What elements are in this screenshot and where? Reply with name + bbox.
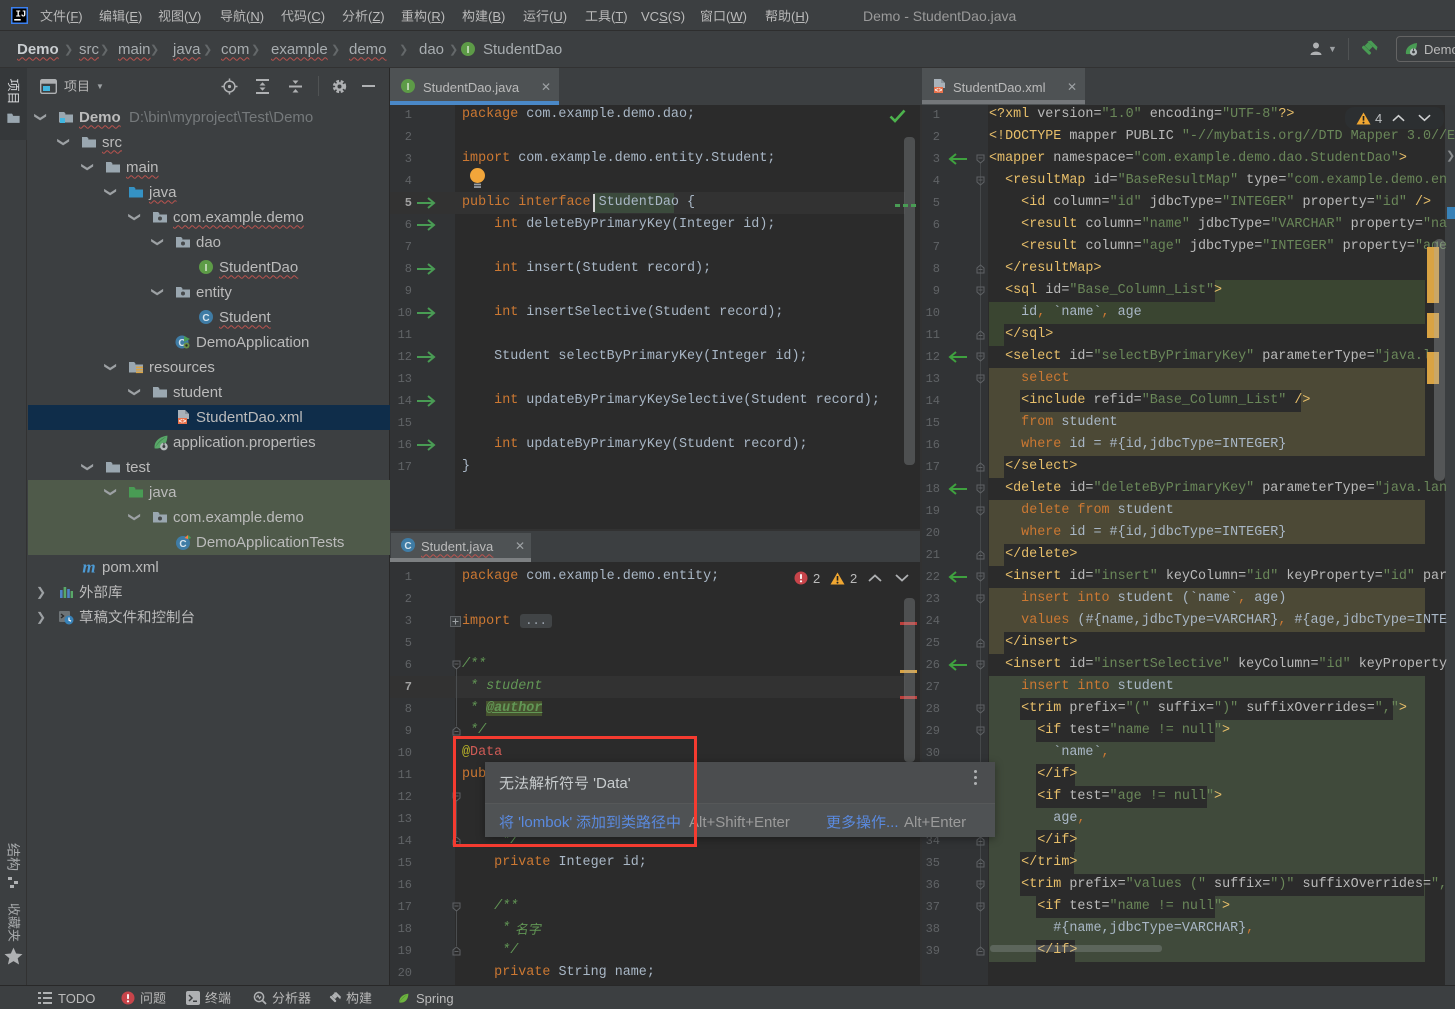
svg-text:IJ: IJ — [16, 10, 27, 20]
svg-text:I: I — [407, 82, 410, 93]
svg-text:C: C — [202, 313, 209, 324]
svg-text:<>: <> — [179, 418, 187, 425]
svg-text:C: C — [404, 541, 411, 552]
svg-text:C: C — [179, 539, 186, 550]
svg-text:<>: <> — [935, 87, 943, 94]
svg-text:I: I — [467, 45, 470, 56]
svg-text:m: m — [82, 559, 95, 575]
svg-text:I: I — [205, 263, 208, 274]
